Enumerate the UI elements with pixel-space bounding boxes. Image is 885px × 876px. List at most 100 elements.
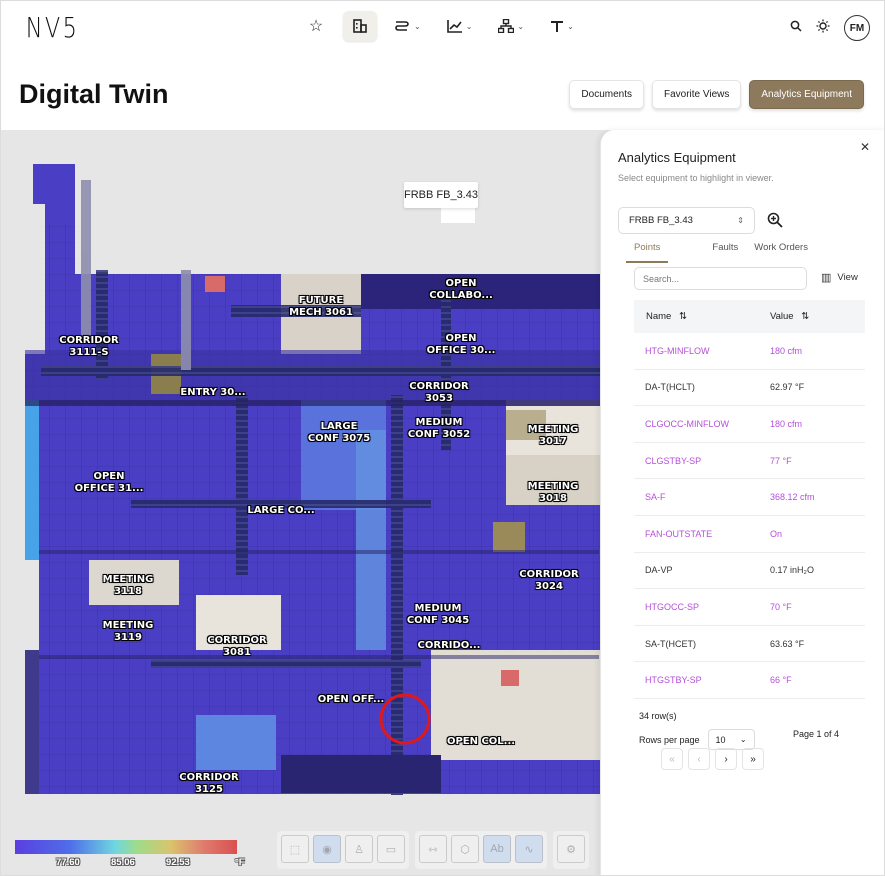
equipment-select-value: FRBB FB_3.43 <box>629 215 693 226</box>
room-label: MEETING 3018 <box>527 481 579 504</box>
main-nav: ☆ ⌄ ⌄ ⌄ ⌄ <box>299 11 582 41</box>
settings-gear-icon[interactable]: ⚙ <box>557 835 585 863</box>
tab-points[interactable]: Points <box>626 242 669 263</box>
room-label: CORRIDOR 3053 <box>409 381 469 404</box>
column-header-value[interactable]: Value ⇅ <box>770 311 809 322</box>
panel-tabs: Points Faults Work Orders <box>626 242 808 263</box>
table-row[interactable]: DA-T(HCLT) 62.97 °F <box>634 370 865 407</box>
point-value-cell: 0.17 inH₂O <box>770 565 815 576</box>
first-page-button[interactable]: « <box>661 748 683 770</box>
point-name-cell: FAN-OUTSTATE <box>645 528 713 539</box>
point-value-cell: 66 °F <box>770 675 792 686</box>
sort-icon: ⇅ <box>678 311 687 322</box>
room-label: MEETING 3017 <box>527 424 579 447</box>
panel-title: Analytics Equipment <box>618 150 736 165</box>
zoom-in-icon[interactable] <box>767 212 783 232</box>
legend-tick: 77.60 <box>56 857 80 868</box>
table-row[interactable]: SA-F 368.12 cfm <box>634 479 865 516</box>
legend-tick: 92.53 <box>166 857 190 868</box>
analytics-equipment-panel: ✕ Analytics Equipment Select equipment t… <box>600 130 884 875</box>
row-count: 34 row(s) <box>639 711 677 721</box>
building-icon[interactable] <box>343 11 377 41</box>
previous-page-button[interactable]: ‹ <box>688 748 710 770</box>
theme-sun-icon[interactable] <box>816 19 830 38</box>
search-icon[interactable] <box>790 19 802 37</box>
favorite-views-button[interactable]: Favorite Views <box>651 80 742 109</box>
temperature-legend: 77.60 85.06 92.53 °F <box>15 840 245 868</box>
room-label: ENTRY 30... <box>180 387 246 398</box>
hierarchy-icon[interactable]: ⌄ <box>490 11 532 41</box>
equipment-select[interactable]: FRBB FB_3.43 ⇕ <box>618 207 755 234</box>
documents-button[interactable]: Documents <box>569 80 644 109</box>
table-row[interactable]: CLGSTBY-SP 77 °F <box>634 443 865 480</box>
last-page-button[interactable]: » <box>742 748 764 770</box>
room-label: LARGE CONF 3075 <box>307 421 371 444</box>
nv5-logo[interactable]: NV5 <box>19 11 86 44</box>
viewer-toolbar: ⬚ ◉ ♙ ▭ ⇿ ⬡ Ab ∿ ⚙ <box>277 831 589 869</box>
toolbar-group-navigation: ⬚ ◉ ♙ ▭ <box>277 831 409 869</box>
legend-gradient <box>15 840 237 854</box>
room-label: CORRIDOR 3125 <box>179 772 239 795</box>
table-row[interactable]: FAN-OUTSTATE On <box>634 516 865 553</box>
pulse-icon[interactable]: ∿ <box>515 835 543 863</box>
table-row[interactable]: SA-T(HCET) 63.63 °F <box>634 626 865 663</box>
analytics-equipment-button[interactable]: Analytics Equipment <box>749 80 864 109</box>
chart-icon[interactable]: ⌄ <box>439 11 481 41</box>
columns-icon: ▥ <box>821 272 832 284</box>
room-label: MEETING 3119 <box>102 620 154 643</box>
point-value-cell: 180 cfm <box>770 345 803 356</box>
panel-subtitle: Select equipment to highlight in viewer. <box>618 173 774 183</box>
text-label-icon[interactable]: Ab <box>483 835 511 863</box>
select-updown-icon: ⇕ <box>737 216 744 225</box>
pagination: « ‹ › » <box>661 748 764 770</box>
close-icon[interactable]: ✕ <box>860 140 870 154</box>
point-value-cell: 70 °F <box>770 601 792 612</box>
tools-icon[interactable]: ⌄ <box>542 11 582 41</box>
model-icon[interactable]: ⬡ <box>451 835 479 863</box>
point-name-cell: CLGSTBY-SP <box>645 455 702 466</box>
point-name-cell: HTGOCC-SP <box>645 601 699 612</box>
legend-ticks: 77.60 85.06 92.53 °F <box>15 854 245 868</box>
room-label: FUTURE MECH 3061 <box>289 295 353 318</box>
point-value-cell: 62.97 °F <box>770 382 805 393</box>
person-icon[interactable]: ♙ <box>345 835 373 863</box>
next-page-button[interactable]: › <box>715 748 737 770</box>
column-header-name[interactable]: Name ⇅ <box>634 311 770 322</box>
points-table: Name ⇅ Value ⇅ HTG-MINFLOW 180 cfm DA-T(HC… <box>634 300 865 699</box>
camera-icon[interactable]: ▭ <box>377 835 405 863</box>
favorites-star-icon[interactable]: ☆ <box>299 11 333 41</box>
legend-unit: °F <box>235 857 245 868</box>
point-name-cell: HTGSTBY-SP <box>645 675 702 686</box>
point-name-cell: DA-VP <box>645 565 673 576</box>
rows-per-page-select[interactable]: 10 ⌄ <box>707 729 755 750</box>
top-right-controls: FM <box>790 15 870 41</box>
point-value-cell: 77 °F <box>770 455 792 466</box>
table-row[interactable]: DA-VP 0.17 inH₂O <box>634 553 865 590</box>
orbit-icon[interactable]: ◉ <box>313 835 341 863</box>
points-search-input[interactable]: Search... <box>634 267 807 290</box>
user-avatar[interactable]: FM <box>844 15 870 41</box>
table-row[interactable]: HTG-MINFLOW 180 cfm <box>634 333 865 370</box>
point-name-cell: CLGOCC-MINFLOW <box>645 418 729 429</box>
toolbar-group-settings: ⚙ <box>553 831 589 869</box>
equipment-tooltip: FRBB FB_3.43 <box>404 182 478 208</box>
tab-faults[interactable]: Faults <box>712 242 738 263</box>
chevron-down-icon: ⌄ <box>465 21 473 31</box>
rows-per-page: Rows per page 10 ⌄ <box>639 729 755 750</box>
view-columns-button[interactable]: ▥ View <box>821 271 858 284</box>
table-row[interactable]: CLGOCC-MINFLOW 180 cfm <box>634 406 865 443</box>
flow-icon[interactable]: ⌄ <box>387 11 429 41</box>
tab-work-orders[interactable]: Work Orders <box>754 242 808 263</box>
table-row[interactable]: HTGSTBY-SP 66 °F <box>634 662 865 699</box>
room-label: CORRIDOR 3111-S <box>59 335 119 358</box>
room-label: MEDIUM CONF 3045 <box>406 603 470 626</box>
room-label: MEDIUM CONF 3052 <box>407 417 471 440</box>
measure-icon[interactable]: ⇿ <box>419 835 447 863</box>
box-select-icon[interactable]: ⬚ <box>281 835 309 863</box>
view-label: View <box>837 272 858 283</box>
point-name-cell: HTG-MINFLOW <box>645 345 710 356</box>
room-label: OPEN COL... <box>446 736 516 747</box>
top-navbar: NV5 ☆ ⌄ ⌄ ⌄ ⌄ FM <box>1 1 884 57</box>
table-row[interactable]: HTGOCC-SP 70 °F <box>634 589 865 626</box>
header-actions: Documents Favorite Views Analytics Equip… <box>569 80 864 109</box>
